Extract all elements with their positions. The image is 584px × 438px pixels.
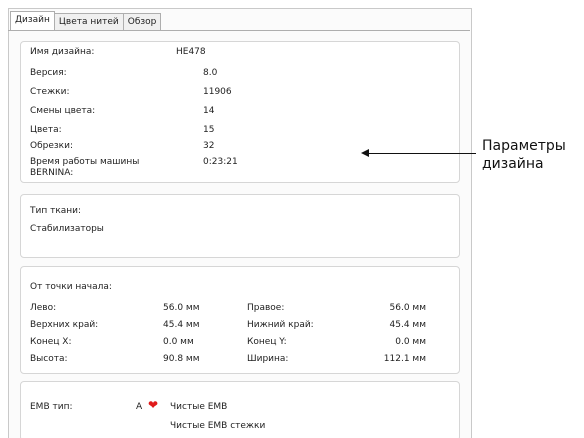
bottom-edge-label: Нижний край: <box>247 320 314 330</box>
machine-time-value: 0:23:21 <box>203 157 238 167</box>
callout-line-2: дизайна <box>482 156 544 172</box>
machine-time-label-1: Время работы машины <box>30 157 140 167</box>
left-label: Лево: <box>30 303 57 313</box>
emb-line-1: Чистые EMB <box>170 402 228 412</box>
emb-type-label: EMB тип: <box>30 402 73 412</box>
version-value: 8.0 <box>203 68 218 78</box>
colors-label: Цвета: <box>30 125 62 135</box>
color-changes-value: 14 <box>203 106 215 116</box>
origin-title: От точки начала: <box>30 282 112 292</box>
tab-design[interactable]: Дизайн <box>10 11 55 30</box>
left-value: 56.0 мм <box>163 303 200 313</box>
color-changes-label: Смены цвета: <box>30 106 96 116</box>
machine-time-label-2: BERNINA: <box>30 168 74 178</box>
top-edge-value: 45.4 мм <box>163 320 200 330</box>
fabric-type-value: Стабилизаторы <box>30 224 104 234</box>
end-x-label: Конец X: <box>30 337 72 347</box>
emb-line-2: Чистые EMB стежки <box>170 421 266 431</box>
fabric-type-label: Тип ткани: <box>30 206 82 216</box>
tab-thread-colors[interactable]: Цвета нитей <box>53 13 124 30</box>
stitches-label: Стежки: <box>30 87 70 97</box>
stitches-value: 11906 <box>203 87 232 97</box>
bottom-edge-value: 45.4 мм <box>389 320 426 330</box>
width-value: 112.1 мм <box>383 354 426 364</box>
heart-icon: ❤ <box>148 398 159 412</box>
callout-arrow-line <box>364 153 476 154</box>
design-name-value: HE478 <box>176 47 206 57</box>
trims-value: 32 <box>203 141 215 151</box>
right-value: 56.0 мм <box>389 303 426 313</box>
end-y-value: 0.0 мм <box>395 337 426 347</box>
height-value: 90.8 мм <box>163 354 200 364</box>
version-label: Версия: <box>30 68 67 78</box>
design-properties-window: Дизайн Цвета нитей Обзор Имя дизайна: HE… <box>0 0 584 438</box>
arrow-left-icon <box>361 149 369 157</box>
tab-divider <box>8 30 470 31</box>
right-label: Правое: <box>247 303 285 313</box>
callout-label: Параметры дизайна <box>482 137 566 173</box>
height-label: Высота: <box>30 354 68 364</box>
end-x-value: 0.0 мм <box>163 337 194 347</box>
design-name-label: Имя дизайна: <box>30 47 95 57</box>
trims-label: Обрезки: <box>30 141 73 151</box>
tab-bar: Дизайн Цвета нитей Обзор <box>10 11 162 30</box>
end-y-label: Конец Y: <box>247 337 287 347</box>
tab-overview[interactable]: Обзор <box>122 13 162 30</box>
emb-letter: A <box>136 402 143 412</box>
width-label: Ширина: <box>247 354 289 364</box>
colors-value: 15 <box>203 125 215 135</box>
callout-line-1: Параметры <box>482 138 566 154</box>
top-edge-label: Верхних край: <box>30 320 99 330</box>
